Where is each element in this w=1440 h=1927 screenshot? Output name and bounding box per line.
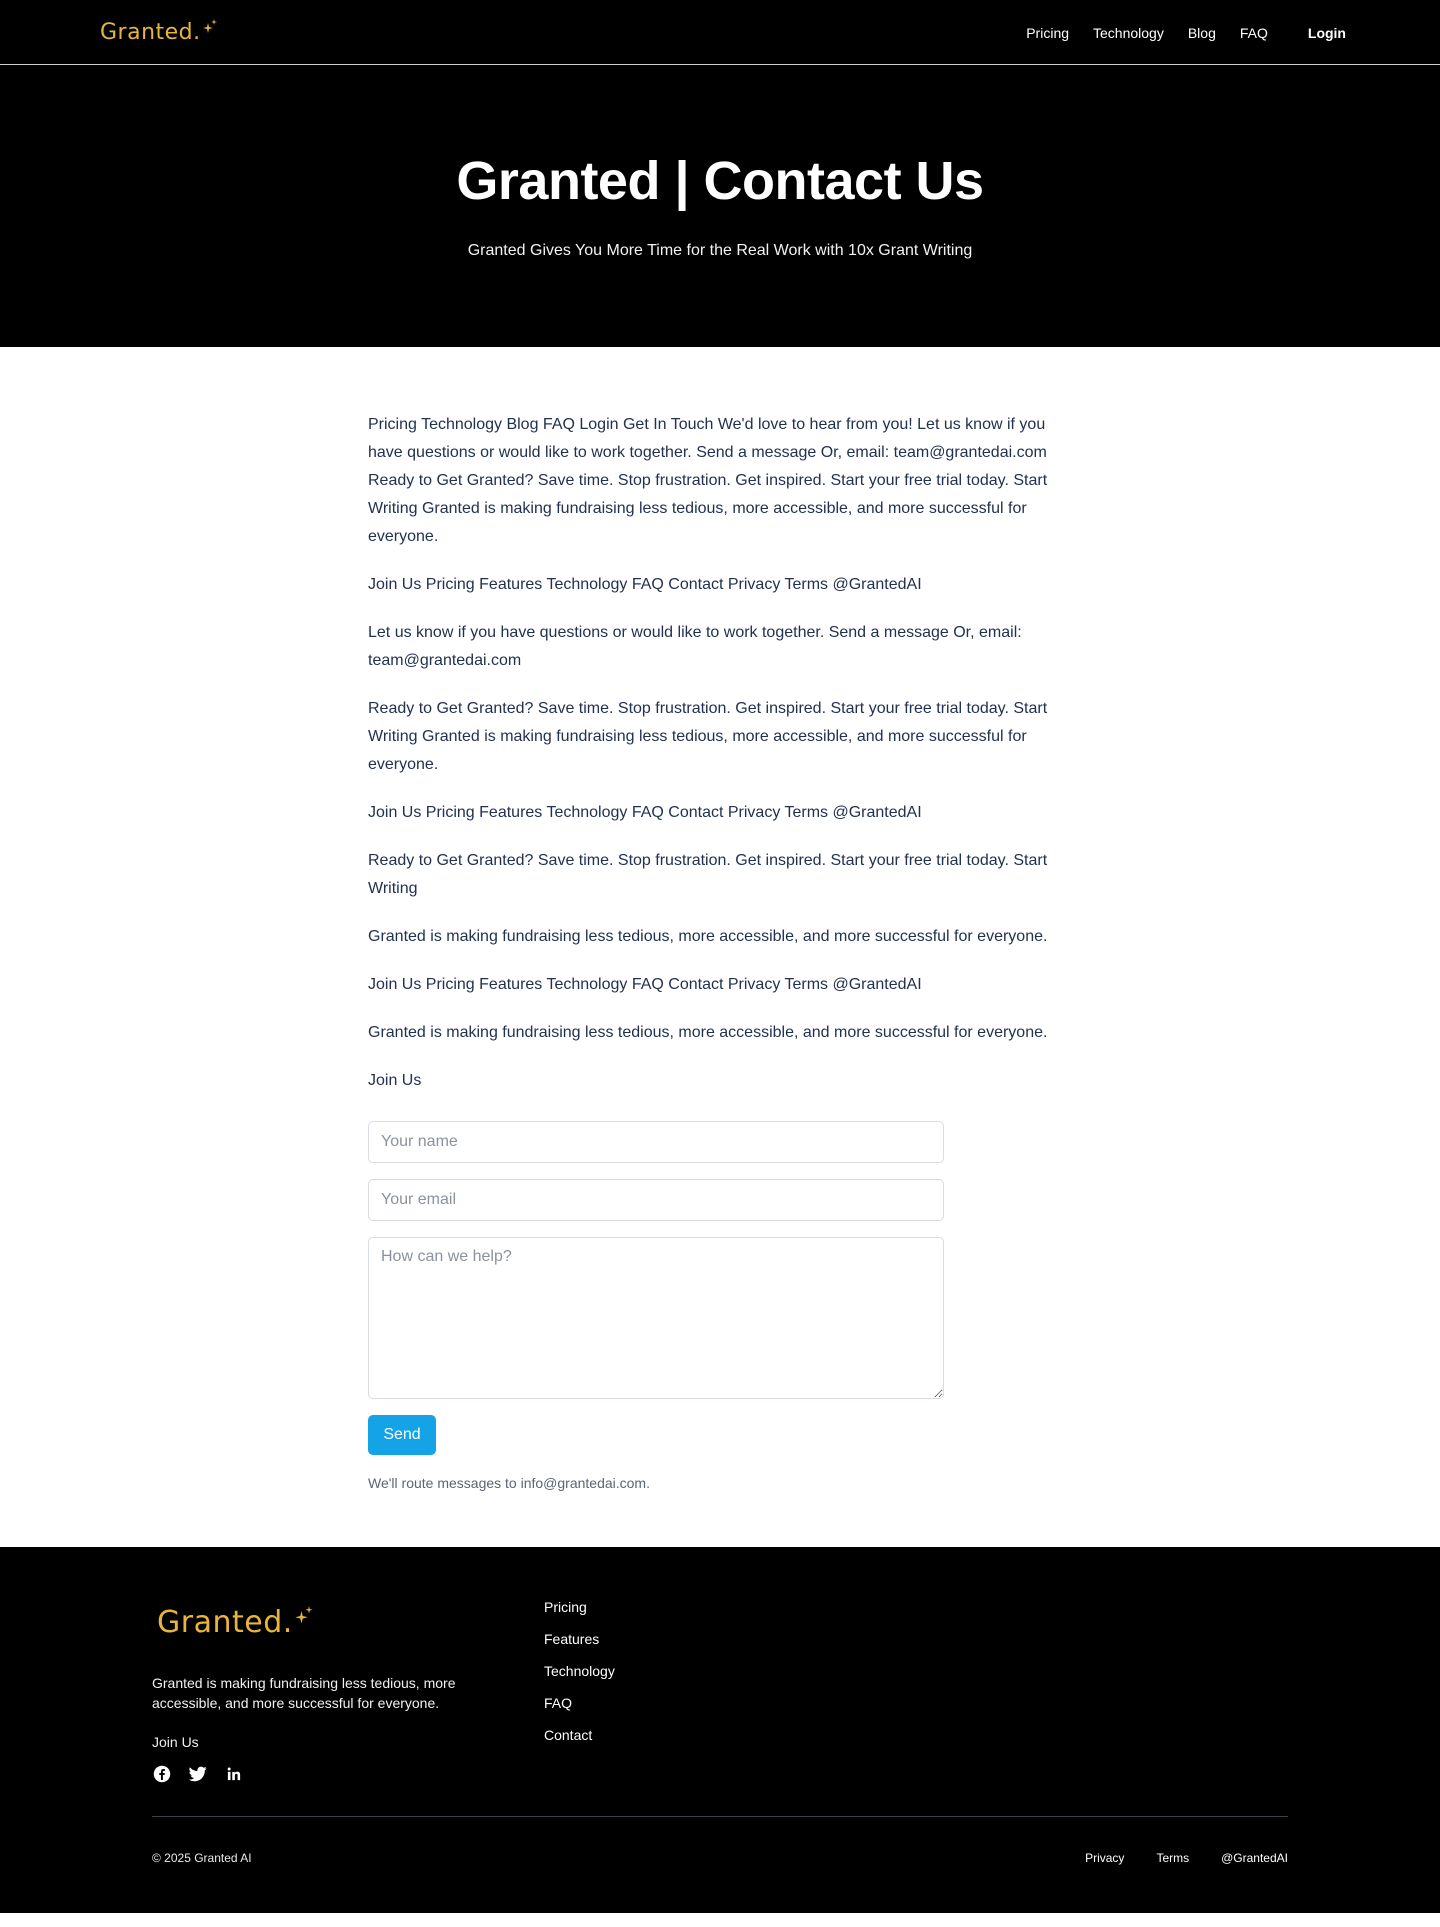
twitter-icon[interactable] bbox=[188, 1764, 208, 1784]
nav-blog[interactable]: Blog bbox=[1188, 25, 1216, 41]
nav-faq[interactable]: FAQ bbox=[1240, 25, 1268, 41]
routing-note: We'll route messages to info@grantedai.c… bbox=[368, 1475, 650, 1491]
main-content: Pricing Technology Blog FAQ Login Get In… bbox=[0, 347, 1440, 1547]
sparkle-icon bbox=[202, 16, 218, 33]
header-logo[interactable]: Granted. bbox=[100, 19, 218, 45]
main-nav: Pricing Technology Blog FAQ Login bbox=[1002, 0, 1346, 65]
footer-divider bbox=[152, 1816, 1288, 1817]
content-paragraph: Granted is making fundraising less tedio… bbox=[368, 1024, 1048, 1041]
terms-link[interactable]: Terms bbox=[1156, 1851, 1189, 1865]
page-title: Granted | Contact Us bbox=[456, 151, 984, 211]
logo-dot: . bbox=[282, 1605, 293, 1640]
contact-form: Send We'll route messages to info@grante… bbox=[368, 1121, 944, 1491]
legal-links: Privacy Terms @GrantedAI bbox=[1053, 1851, 1288, 1865]
content-paragraph: Join Us Pricing Features Technology FAQ … bbox=[368, 976, 922, 993]
hero-section: Granted | Contact Us Granted Gives You M… bbox=[0, 65, 1440, 347]
content-paragraph: Granted is making fundraising less tedio… bbox=[368, 928, 1048, 945]
content-body: Pricing Technology Blog FAQ Login Get In… bbox=[368, 411, 1440, 1095]
message-textarea[interactable] bbox=[368, 1237, 944, 1399]
twitter-handle-link[interactable]: @GrantedAI bbox=[1221, 1851, 1288, 1865]
footer-link-pricing[interactable]: Pricing bbox=[544, 1597, 615, 1629]
site-footer: Granted. Granted is making fundraising l… bbox=[0, 1547, 1440, 1913]
top-navbar: Granted. Pricing Technology Blog FAQ Log… bbox=[0, 0, 1440, 65]
nav-technology[interactable]: Technology bbox=[1093, 25, 1164, 41]
nav-pricing[interactable]: Pricing bbox=[1026, 25, 1069, 41]
content-paragraph: Ready to Get Granted? Save time. Stop fr… bbox=[368, 852, 1048, 897]
facebook-icon[interactable] bbox=[152, 1764, 172, 1784]
logo-dot: . bbox=[193, 20, 201, 45]
name-input[interactable] bbox=[368, 1121, 944, 1163]
hero-subtitle: Granted Gives You More Time for the Real… bbox=[467, 242, 973, 259]
join-us-label: Join Us bbox=[152, 1734, 199, 1750]
logo-text: Granted bbox=[100, 20, 194, 45]
content-paragraph: Join Us Pricing Features Technology FAQ … bbox=[368, 576, 922, 593]
footer-tagline: Granted is making fundraising less tedio… bbox=[152, 1675, 456, 1711]
copyright: © 2025 Granted AI bbox=[152, 1851, 252, 1865]
login-link[interactable]: Login bbox=[1308, 25, 1346, 41]
sparkle-icon bbox=[294, 1599, 314, 1624]
logo-text: Granted bbox=[157, 1605, 283, 1640]
privacy-link[interactable]: Privacy bbox=[1085, 1851, 1124, 1865]
footer-link-contact[interactable]: Contact bbox=[544, 1725, 615, 1757]
footer-link-features[interactable]: Features bbox=[544, 1629, 615, 1661]
footer-logo[interactable]: Granted. bbox=[157, 1605, 314, 1640]
footer-nav: Pricing Features Technology FAQ Contact bbox=[544, 1597, 615, 1757]
content-paragraph: Pricing Technology Blog FAQ Login Get In… bbox=[368, 416, 1048, 545]
footer-link-technology[interactable]: Technology bbox=[544, 1661, 615, 1693]
send-button[interactable]: Send bbox=[368, 1415, 436, 1455]
email-input[interactable] bbox=[368, 1179, 944, 1221]
content-paragraph: Ready to Get Granted? Save time. Stop fr… bbox=[368, 700, 1048, 773]
footer-link-faq[interactable]: FAQ bbox=[544, 1693, 615, 1725]
content-paragraph: Join Us Pricing Features Technology FAQ … bbox=[368, 804, 922, 821]
content-paragraph: Let us know if you have questions or wou… bbox=[368, 624, 1022, 669]
social-links bbox=[152, 1764, 260, 1784]
linkedin-icon[interactable] bbox=[224, 1764, 244, 1784]
content-paragraph: Join Us bbox=[368, 1072, 422, 1089]
